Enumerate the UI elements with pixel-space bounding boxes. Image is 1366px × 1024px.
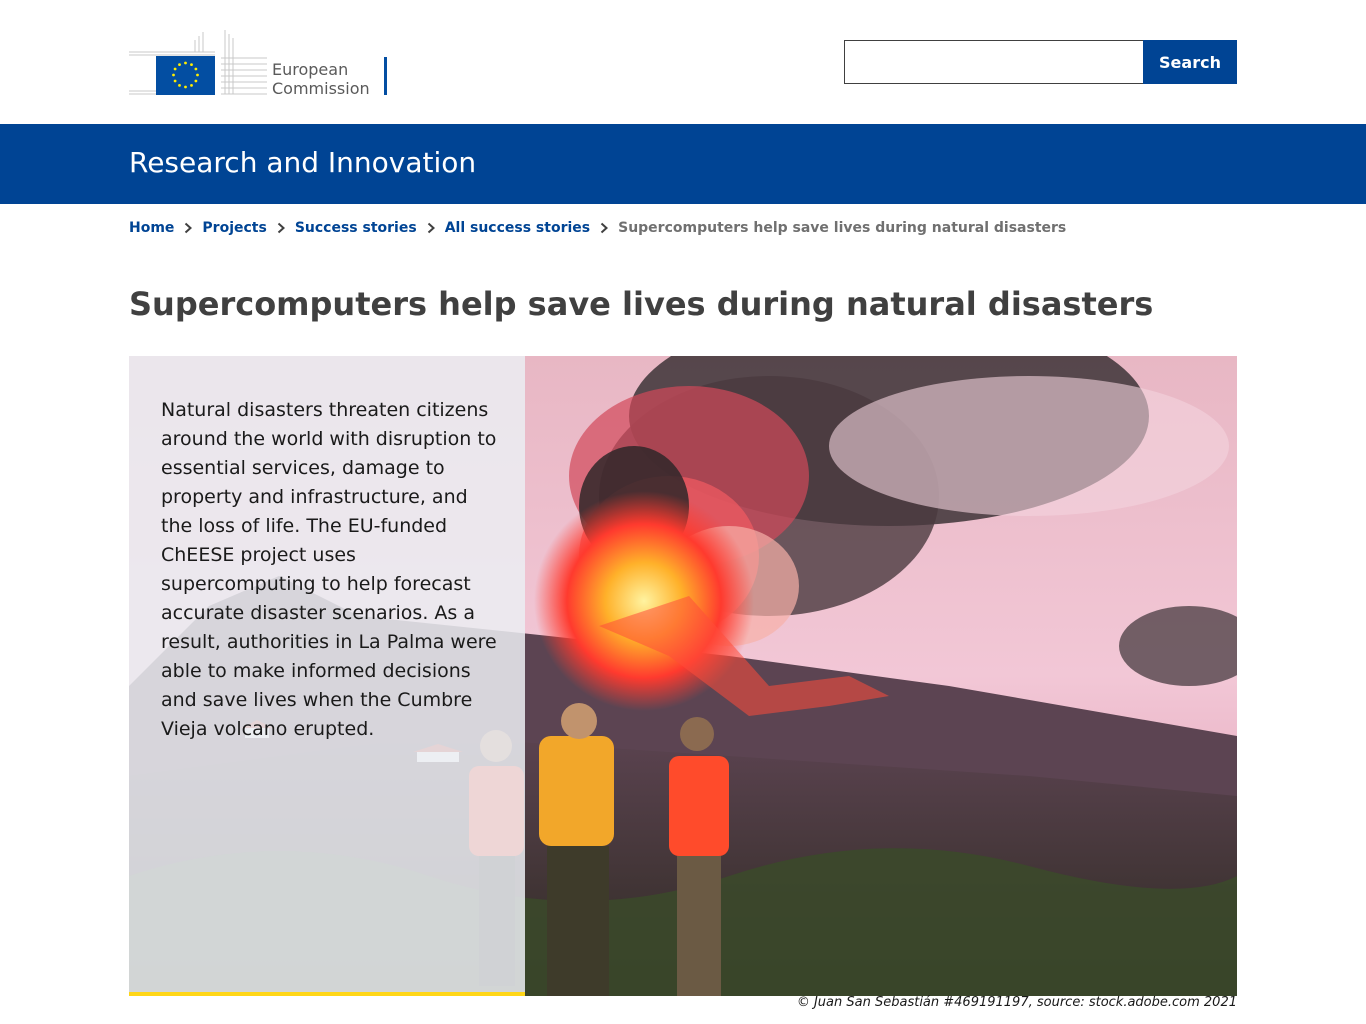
- search-input[interactable]: [844, 40, 1143, 84]
- breadcrumb: Home Projects Success stories All succes…: [129, 218, 1066, 238]
- european-commission-logo-icon: European Commission: [129, 30, 387, 98]
- svg-text:European: European: [272, 60, 348, 79]
- site-header: European Commission Search: [0, 0, 1366, 124]
- european-commission-logo[interactable]: European Commission: [129, 28, 389, 98]
- chevron-right-icon: [590, 218, 618, 238]
- site-name-banner: Research and Innovation: [0, 124, 1366, 204]
- hero-intro-panel: Natural disasters threaten citizens arou…: [129, 356, 525, 996]
- chevron-right-icon: [267, 218, 295, 238]
- search-button[interactable]: Search: [1143, 40, 1237, 84]
- svg-text:Commission: Commission: [272, 79, 370, 96]
- breadcrumb-success-stories-link[interactable]: Success stories: [295, 220, 417, 236]
- hero-intro-text: Natural disasters threaten citizens arou…: [161, 399, 497, 740]
- hero-banner: Natural disasters threaten citizens arou…: [129, 356, 1237, 996]
- image-credit: © Juan San Sebastián #469191197, source:…: [796, 995, 1237, 1010]
- chevron-right-icon: [417, 218, 445, 238]
- breadcrumb-projects-link[interactable]: Projects: [202, 220, 266, 236]
- breadcrumb-all-success-stories-link[interactable]: All success stories: [445, 220, 590, 236]
- breadcrumb-home-link[interactable]: Home: [129, 220, 174, 236]
- search-form: Search: [844, 40, 1237, 84]
- breadcrumb-current: Supercomputers help save lives during na…: [618, 220, 1067, 236]
- page-title: Supercomputers help save lives during na…: [129, 285, 1154, 323]
- chevron-right-icon: [174, 218, 202, 238]
- site-name-link[interactable]: Research and Innovation: [129, 145, 476, 181]
